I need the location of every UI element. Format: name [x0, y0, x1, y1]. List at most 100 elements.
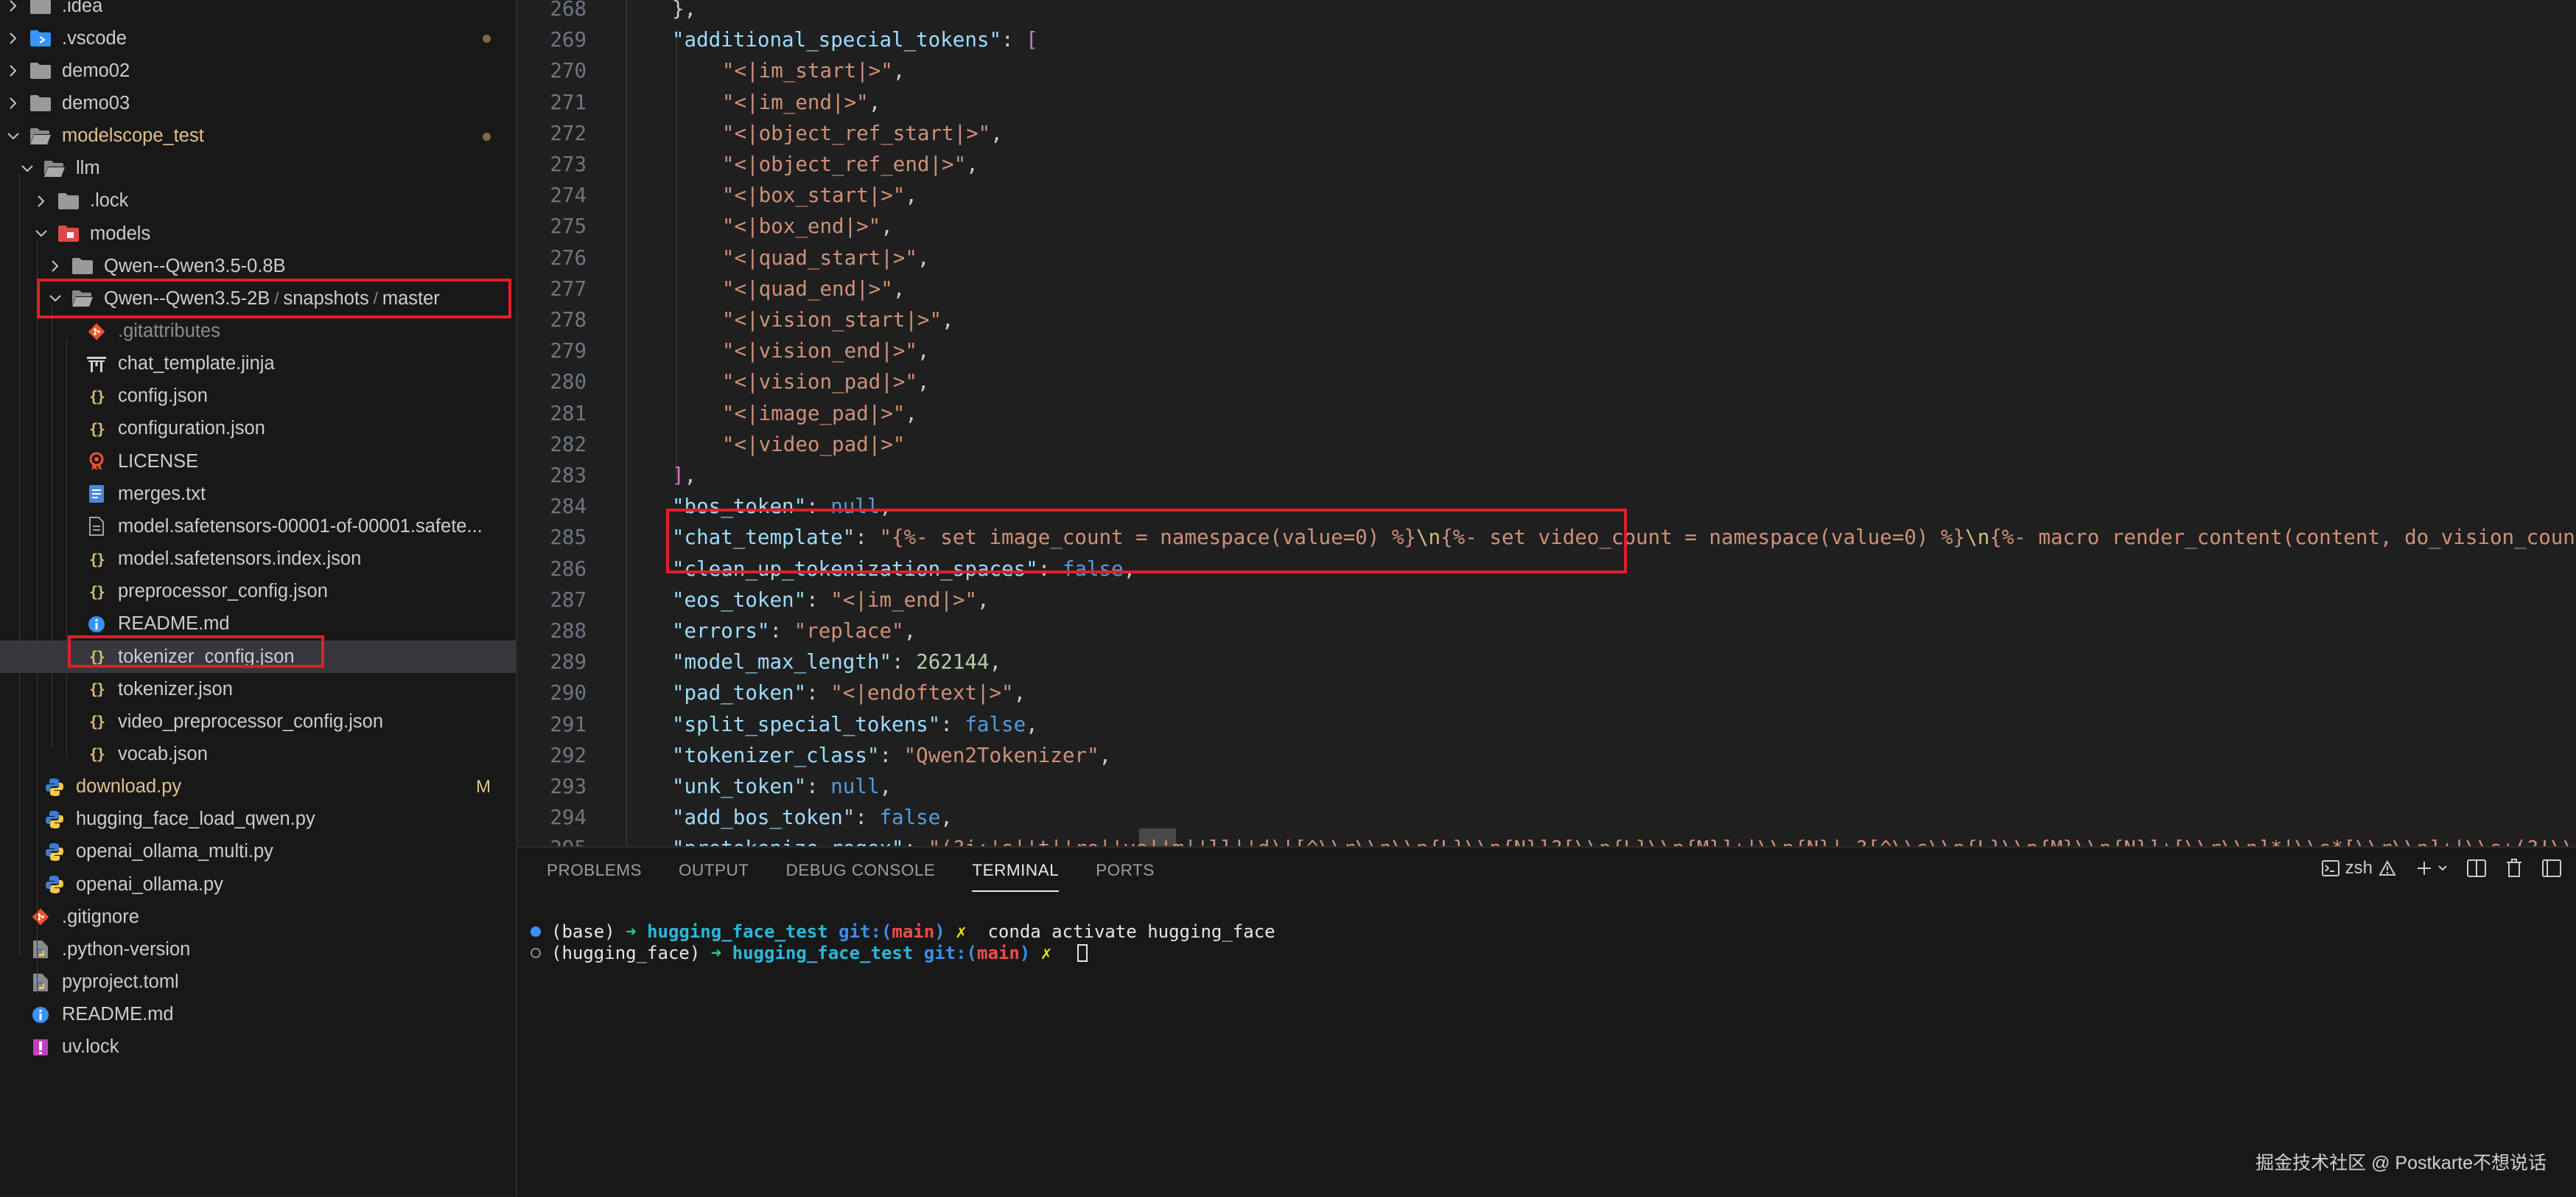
code-token: ,	[1026, 712, 1038, 736]
line-number: 290	[550, 681, 587, 705]
new-terminal-button[interactable]	[2415, 859, 2448, 877]
explorer-item[interactable]: {} preprocessor_config.json	[0, 576, 516, 608]
code-token: ,	[942, 308, 954, 332]
explorer-item[interactable]: {} model.safetensors.index.json	[0, 543, 516, 576]
chevron-down-icon[interactable]	[20, 161, 35, 176]
code-line[interactable]: 295 "pretokenize_regex": "(?i:'s|'t|'re|'…	[517, 833, 2576, 846]
code-token: },	[672, 0, 697, 21]
folder-vscode-icon	[29, 29, 52, 48]
chevron-right-icon[interactable]	[6, 31, 21, 46]
code-line[interactable]: 280 "<|vision_pad|>",	[517, 366, 2576, 397]
line-number: 284	[550, 495, 587, 519]
code-line[interactable]: 282 "<|video_pad|>"	[517, 429, 2576, 460]
folder-icon	[57, 192, 80, 211]
code-line[interactable]: 287 "eos_token": "<|im_end|>",	[517, 584, 2576, 615]
code-line[interactable]: 283],	[517, 460, 2576, 491]
json-icon: {}	[88, 387, 105, 405]
explorer-item[interactable]: {} vocab.json	[0, 738, 516, 770]
explorer-item[interactable]: LICENSE	[0, 445, 516, 478]
code-line[interactable]: 294 "add_bos_token": false,	[517, 802, 2576, 833]
code-token: ,	[917, 339, 930, 363]
explorer-item[interactable]: .gitattributes	[0, 315, 516, 348]
highlight-box-chat-template	[666, 509, 1627, 573]
explorer-item[interactable]: openai_ollama_multi.py	[0, 836, 516, 868]
explorer-item[interactable]: .python-version	[0, 933, 516, 966]
code-line[interactable]: 277 "<|quad_end|>",	[517, 273, 2576, 304]
explorer-item[interactable]: pyproject.toml	[0, 966, 516, 999]
terminal-env: (base)	[551, 921, 615, 942]
tab-output[interactable]: OUTPUT	[679, 861, 749, 892]
terminal-indicator[interactable]: zsh	[2321, 858, 2396, 879]
terminal-dir: hugging_face_test	[647, 921, 828, 942]
code-line[interactable]: 271 "<|im_end|>",	[517, 87, 2576, 118]
tab-problems[interactable]: PROBLEMS	[547, 861, 642, 892]
code-line[interactable]: 292 "tokenizer_class": "Qwen2Tokenizer",	[517, 740, 2576, 771]
explorer-item[interactable]: demo02	[0, 55, 516, 87]
code-line[interactable]: 288 "errors": "replace",	[517, 615, 2576, 646]
code-line[interactable]: 269 "additional_special_tokens": [	[517, 24, 2576, 55]
chevron-right-icon[interactable]	[6, 0, 21, 13]
terminal-git-label: git:(	[923, 943, 977, 963]
tab-debug-console[interactable]: DEBUG CONSOLE	[786, 861, 936, 892]
explorer-item[interactable]: .gitignore	[0, 901, 516, 933]
split-terminal-icon[interactable]	[2467, 859, 2486, 877]
explorer-item[interactable]: Qwen--Qwen3.5-0.8B	[0, 250, 516, 282]
code-line[interactable]: 273 "<|object_ref_end|>",	[517, 149, 2576, 180]
code-line[interactable]: 274 "<|box_start|>",	[517, 180, 2576, 211]
code-line[interactable]: 276 "<|quad_start|>",	[517, 242, 2576, 273]
code-line[interactable]: 290 "pad_token": "<|endoftext|>",	[517, 677, 2576, 708]
code-editor[interactable]: 268}, 269 "additional_special_tokens": [27…	[517, 0, 2576, 846]
code-token: ,	[1013, 681, 1026, 705]
line-number: 285	[550, 526, 587, 550]
explorer-item[interactable]: merges.txt	[0, 478, 516, 510]
explorer-item[interactable]: {} config.json	[0, 380, 516, 413]
trash-icon[interactable]	[2505, 859, 2523, 878]
chevron-right-icon[interactable]	[6, 96, 21, 111]
code-line[interactable]: 268},	[517, 0, 2576, 24]
code-line[interactable]: 275 "<|box_end|>",	[517, 211, 2576, 242]
panel-toggle-icon[interactable]	[2542, 859, 2561, 877]
explorer-item[interactable]: llm	[0, 153, 516, 185]
explorer-item[interactable]: hugging_face_load_qwen.py	[0, 803, 516, 836]
folder-icon	[71, 256, 94, 276]
explorer-item[interactable]: .idea	[0, 0, 516, 22]
chevron-right-icon[interactable]	[34, 194, 49, 209]
explorer-item[interactable]: download.py M	[0, 771, 516, 803]
chevron-down-icon[interactable]	[34, 226, 49, 241]
explorer-item[interactable]: README.md	[0, 999, 516, 1031]
code-line[interactable]: 278 "<|vision_start|>",	[517, 304, 2576, 335]
explorer-item[interactable]: {} video_preprocessor_config.json	[0, 705, 516, 738]
indent-guide	[37, 240, 38, 995]
explorer-item[interactable]: chat_template.jinja	[0, 348, 516, 380]
line-number: 279	[550, 339, 587, 363]
explorer-item[interactable]: demo03	[0, 87, 516, 119]
modified-dot-badge	[483, 35, 491, 43]
code-line[interactable]: 291 "split_special_tokens": false,	[517, 709, 2576, 740]
explorer-item[interactable]: modelscope_test	[0, 120, 516, 153]
explorer-item[interactable]: openai_ollama.py	[0, 868, 516, 901]
chevron-right-icon[interactable]	[6, 63, 21, 78]
tab-ports[interactable]: PORTS	[1096, 861, 1155, 892]
code-text: ],	[672, 464, 696, 487]
chevron-right-icon[interactable]	[48, 259, 63, 273]
explorer-item[interactable]: .lock	[0, 185, 516, 217]
code-token: "<|object_ref_start|>"	[722, 121, 991, 145]
code-line[interactable]: 293 "unk_token": null,	[517, 771, 2576, 802]
explorer-item[interactable]: models	[0, 217, 516, 250]
explorer-item-label: .gitignore	[62, 906, 139, 927]
explorer-item[interactable]: {} tokenizer.json	[0, 673, 516, 705]
command-success-dot[interactable]	[531, 926, 541, 937]
explorer-item-label: .vscode	[62, 27, 127, 49]
code-line[interactable]: 289 "model_max_length": 262144,	[517, 646, 2576, 677]
explorer-item[interactable]: uv.lock	[0, 1031, 516, 1064]
explorer-item[interactable]: model.safetensors-00001-of-00001.safete.…	[0, 510, 516, 542]
code-line[interactable]: 270 "<|im_start|>",	[517, 55, 2576, 86]
command-pending-dot[interactable]	[531, 948, 541, 958]
code-line[interactable]: 279 "<|vision_end|>",	[517, 335, 2576, 366]
tab-terminal[interactable]: TERMINAL	[972, 861, 1060, 892]
explorer-item[interactable]: .vscode	[0, 22, 516, 55]
chevron-down-icon[interactable]	[6, 129, 21, 144]
explorer-item[interactable]: {} configuration.json	[0, 413, 516, 445]
code-line[interactable]: 281 "<|image_pad|>",	[517, 398, 2576, 429]
code-line[interactable]: 272 "<|object_ref_start|>",	[517, 118, 2576, 149]
